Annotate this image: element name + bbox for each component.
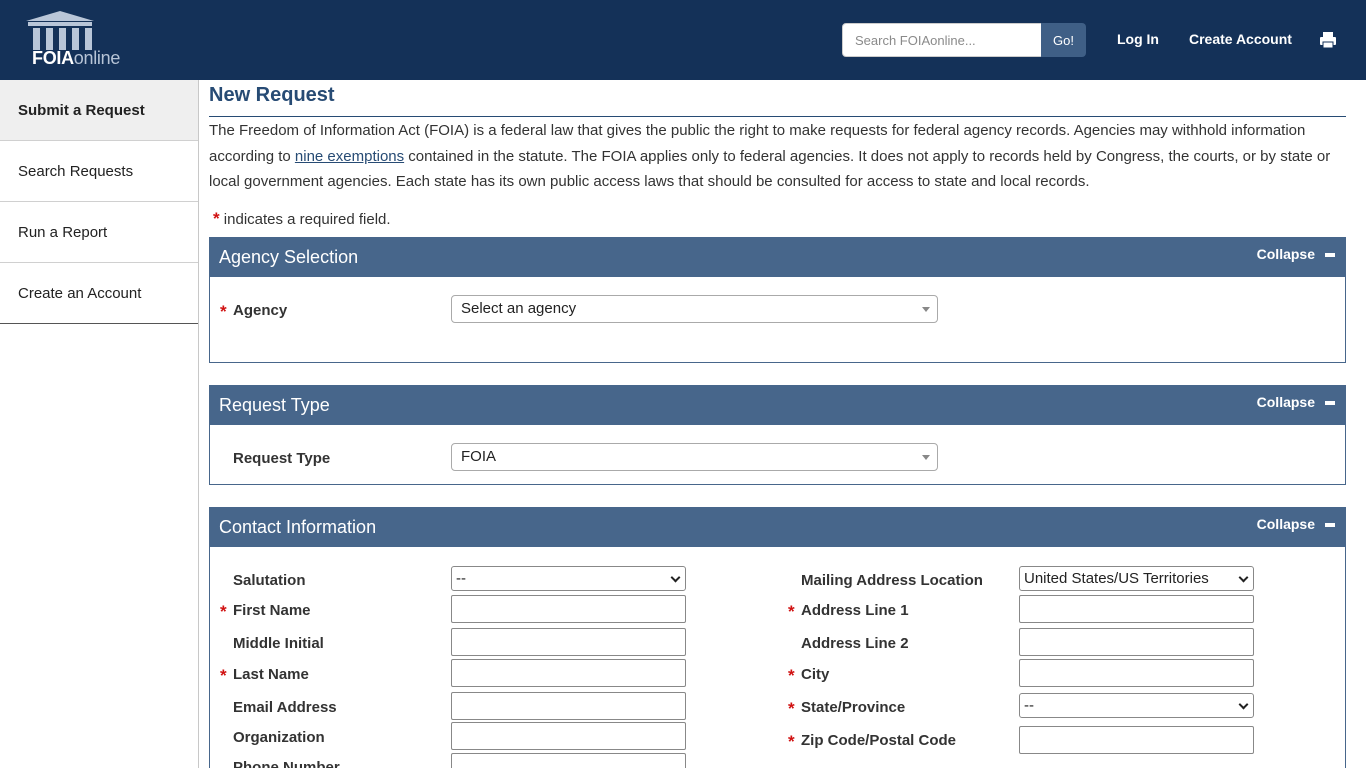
panel-title: Agency Selection (219, 247, 359, 267)
agency-select[interactable]: Select an agency (451, 295, 938, 323)
salutation-select[interactable]: -- (451, 566, 686, 591)
last-name-label: Last Name (233, 666, 309, 683)
required-marker: * (788, 602, 795, 621)
email-field[interactable] (451, 692, 686, 720)
request-type-panel: Request Type Collapse Request Type FOIA (209, 385, 1346, 485)
required-field-note: * indicates a required field. (213, 209, 391, 228)
state-province-select[interactable]: -- (1019, 693, 1254, 718)
required-marker: * (220, 602, 227, 621)
required-marker: * (788, 666, 795, 685)
sidebar-nav: Submit a Request Search Requests Run a R… (0, 80, 199, 768)
create-account-link[interactable]: Create Account (1189, 31, 1292, 47)
address-line-1-field[interactable] (1019, 595, 1254, 623)
panel-title: Contact Information (219, 517, 377, 537)
search-input[interactable] (842, 23, 1042, 57)
first-name-field[interactable] (451, 595, 686, 623)
organization-field[interactable] (451, 722, 686, 750)
required-marker: * (220, 666, 227, 685)
city-label: City (801, 666, 830, 683)
required-marker: * (788, 699, 795, 718)
page-title: New Request (209, 84, 335, 106)
collapse-button[interactable]: Collapse (1257, 246, 1315, 262)
address-line-1-label: Address Line 1 (801, 602, 909, 619)
sidebar-item-search-requests[interactable]: Search Requests (0, 141, 198, 202)
chevron-down-icon (670, 572, 681, 583)
top-header: FOIAonline Go! Log In Create Account (0, 0, 1366, 80)
title-divider (209, 116, 1346, 117)
mailing-address-location-select[interactable]: United States/US Territories (1019, 566, 1254, 591)
organization-label: Organization (233, 729, 325, 746)
collapse-button[interactable]: Collapse (1257, 394, 1315, 410)
panel-header: Agency Selection Collapse (210, 238, 1345, 277)
middle-initial-label: Middle Initial (233, 635, 324, 652)
panel-header: Request Type Collapse (210, 386, 1345, 425)
login-link[interactable]: Log In (1117, 31, 1159, 47)
intro-paragraph: The Freedom of Information Act (FOIA) is… (209, 122, 1331, 190)
contact-information-panel: Contact Information Collapse Salutation … (209, 507, 1346, 768)
zip-code-label: Zip Code/Postal Code (801, 732, 957, 749)
city-field[interactable] (1019, 659, 1254, 687)
request-type-select[interactable]: FOIA (451, 443, 938, 471)
required-marker: * (788, 732, 795, 751)
nine-exemptions-link[interactable]: nine exemptions (295, 148, 404, 165)
required-marker: * (220, 302, 227, 321)
mailing-address-location-label: Mailing Address Location (801, 572, 983, 589)
salutation-label: Salutation (233, 572, 306, 589)
email-label: Email Address (233, 699, 337, 716)
search-go-button[interactable]: Go! (1041, 23, 1086, 57)
logo-wordmark: FOIAonline (32, 48, 121, 68)
last-name-field[interactable] (451, 659, 686, 687)
chevron-down-icon (1238, 699, 1249, 710)
minus-icon[interactable] (1325, 523, 1335, 527)
middle-initial-field[interactable] (451, 628, 686, 656)
sidebar-item-run-report[interactable]: Run a Report (0, 202, 198, 263)
chevron-down-icon (1238, 572, 1249, 583)
minus-icon[interactable] (1325, 253, 1335, 257)
phone-number-label: Phone Number (233, 759, 340, 768)
dropdown-arrow-icon (922, 455, 930, 460)
agency-selection-panel: Agency Selection Collapse * Agency Selec… (209, 237, 1346, 363)
collapse-button[interactable]: Collapse (1257, 516, 1315, 532)
panel-header: Contact Information Collapse (210, 508, 1345, 547)
first-name-label: First Name (233, 602, 311, 619)
panel-title: Request Type (219, 395, 330, 415)
minus-icon[interactable] (1325, 401, 1335, 405)
print-icon[interactable] (1319, 31, 1337, 49)
state-province-label: State/Province (801, 699, 906, 716)
sidebar-item-create-account[interactable]: Create an Account (0, 263, 198, 324)
foiaonline-logo[interactable]: FOIAonline (24, 10, 136, 70)
phone-number-field[interactable] (451, 753, 686, 768)
zip-code-field[interactable] (1019, 726, 1254, 754)
request-type-label: Request Type (233, 450, 331, 467)
agency-label: Agency (233, 302, 288, 319)
address-line-2-label: Address Line 2 (801, 635, 909, 652)
sidebar-item-submit-request[interactable]: Submit a Request (0, 80, 198, 141)
dropdown-arrow-icon (922, 307, 930, 312)
address-line-2-field[interactable] (1019, 628, 1254, 656)
